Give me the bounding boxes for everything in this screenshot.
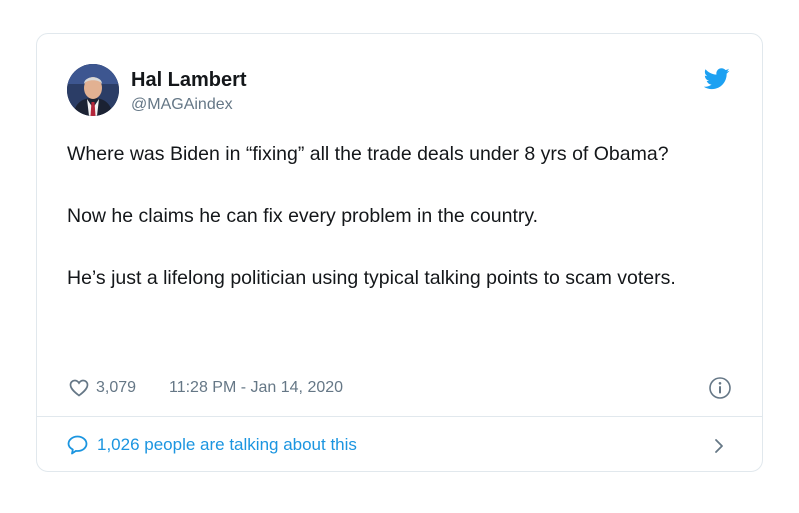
tweet-paragraph: He’s just a lifelong politician using ty… (67, 267, 676, 289)
speech-bubble-icon (67, 435, 88, 455)
divider (37, 416, 762, 417)
tweet-meta: 3,079 11:28 PM - Jan 14, 2020 (69, 376, 732, 400)
avatar[interactable] (67, 64, 119, 116)
like-count[interactable]: 3,079 (96, 376, 136, 400)
tweet-card: Hal Lambert @MAGAindex Where was Biden i… (36, 33, 763, 472)
tweet-text: Where was Biden in “fixing” all the trad… (67, 138, 747, 324)
talking-count-link[interactable]: 1,026 people are talking about this (97, 432, 357, 458)
conversation-link[interactable]: 1,026 people are talking about this (67, 432, 732, 458)
info-icon[interactable] (708, 376, 732, 400)
user-handle[interactable]: @MAGAindex (131, 94, 247, 116)
tweet-header: Hal Lambert @MAGAindex (67, 64, 732, 119)
tweet-paragraph: Where was Biden in “fixing” all the trad… (67, 143, 669, 165)
twitter-bird-icon[interactable] (704, 68, 730, 90)
heart-icon[interactable] (69, 379, 89, 397)
display-name[interactable]: Hal Lambert (131, 68, 247, 92)
tweet-timestamp[interactable]: 11:28 PM - Jan 14, 2020 (169, 376, 343, 400)
tweet-paragraph: Now he claims he can fix every problem i… (67, 205, 539, 227)
author-names: Hal Lambert @MAGAindex (131, 68, 247, 116)
chevron-right-icon[interactable] (714, 438, 724, 454)
